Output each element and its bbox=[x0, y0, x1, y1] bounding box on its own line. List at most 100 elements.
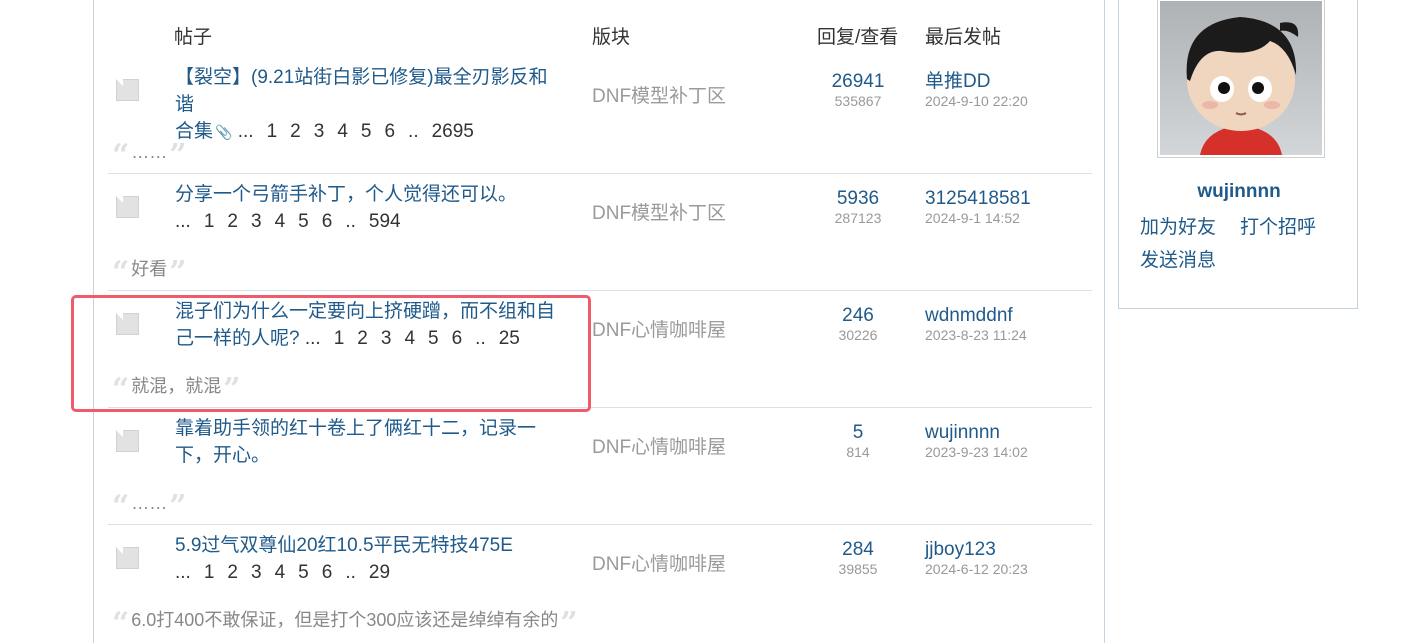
thread-stats: 26941 535867 bbox=[818, 70, 898, 109]
avatar[interactable] bbox=[1157, 0, 1325, 158]
open-quote-icon: “ bbox=[112, 489, 130, 524]
close-quote-icon: ” bbox=[169, 489, 187, 524]
last-post: 3125418581 2024-9-1 14:52 bbox=[925, 187, 1031, 226]
header-topic: 帖子 bbox=[174, 27, 213, 48]
last-post-time[interactable]: 2024-9-1 14:52 bbox=[925, 210, 1031, 226]
last-post: wdnmddnf 2023-8-23 11:24 bbox=[925, 304, 1027, 343]
thread-excerpt: “6.0打400不敢保证，但是打个300应该还是绰绰有余的” bbox=[112, 606, 578, 641]
last-post-time[interactable]: 2023-9-23 14:02 bbox=[925, 444, 1028, 460]
say-hi-link[interactable]: 打个招呼 bbox=[1240, 211, 1316, 244]
page-link[interactable]: 3 bbox=[251, 211, 262, 232]
header-last-post: 最后发帖 bbox=[925, 27, 1002, 48]
profile-username[interactable]: wujinnnn bbox=[1119, 181, 1359, 203]
page-link[interactable]: 3 bbox=[314, 121, 325, 142]
excerpt-text: …… bbox=[131, 142, 168, 162]
page-link[interactable]: 2 bbox=[290, 121, 301, 142]
page-link[interactable]: 6 bbox=[322, 211, 333, 232]
close-quote-icon: ” bbox=[169, 255, 187, 290]
page-link: .. bbox=[345, 562, 356, 583]
last-post-author[interactable]: 3125418581 bbox=[925, 187, 1031, 210]
thread-stats: 5 814 bbox=[818, 421, 898, 460]
reply-count: 5 bbox=[852, 422, 864, 443]
thread-pagination: ... 1 2 3 4 5 6.. 2695 bbox=[238, 121, 474, 142]
view-count: 39855 bbox=[838, 561, 878, 577]
thread-excerpt: “……” bbox=[112, 138, 187, 173]
last-post-author[interactable]: jjboy123 bbox=[925, 538, 1028, 561]
add-friend-link[interactable]: 加为好友 bbox=[1140, 211, 1216, 244]
page-link[interactable]: 4 bbox=[275, 211, 286, 232]
thread-row: 【裂空】(9.21站街白影已修复)最全刃影反和谐 合集 📎 ... 1 2 3 4 5 6..… bbox=[94, 60, 1092, 177]
last-post-author[interactable]: wdnmddnf bbox=[925, 304, 1027, 327]
page-link[interactable]: 2 bbox=[227, 211, 238, 232]
thread-pagination: ... 1 2 3 4 5 6.. 594 bbox=[175, 211, 401, 232]
thread-forum[interactable]: DNF模型补丁区 bbox=[592, 81, 726, 108]
thread-title[interactable]: 【裂空】(9.21站街白影已修复)最全刃影反和谐 bbox=[175, 67, 548, 115]
page-link[interactable]: 1 bbox=[204, 211, 215, 232]
reply-count: 246 bbox=[842, 305, 874, 326]
page-link[interactable]: 1 bbox=[267, 121, 278, 142]
page-link[interactable]: 2695 bbox=[432, 121, 474, 142]
header-replies-views: 回复/查看 bbox=[817, 27, 899, 48]
thread-excerpt: “……” bbox=[112, 489, 187, 524]
reply-count: 26941 bbox=[831, 71, 885, 92]
page-link[interactable]: 4 bbox=[337, 121, 348, 142]
page-link[interactable]: 6 bbox=[322, 562, 333, 583]
thread-forum[interactable]: DNF模型补丁区 bbox=[592, 198, 726, 225]
thread-list-header: 帖子 版块 回复/查看 最后发帖 bbox=[94, 22, 1094, 50]
send-message-link[interactable]: 发送消息 bbox=[1140, 244, 1216, 277]
thread-title[interactable]: 靠着助手领的红十卷上了俩红十二，记录一 bbox=[175, 418, 536, 439]
page-link[interactable]: 2 bbox=[227, 562, 238, 583]
thread-icon bbox=[116, 79, 139, 101]
open-quote-icon: “ bbox=[112, 606, 130, 641]
page-link[interactable]: 5 bbox=[298, 211, 309, 232]
close-quote-icon: ” bbox=[169, 138, 187, 173]
page-link[interactable]: 594 bbox=[369, 211, 401, 232]
thread-icon bbox=[116, 430, 139, 452]
page-link[interactable]: 1 bbox=[204, 562, 215, 583]
last-post-time[interactable]: 2024-9-10 22:20 bbox=[925, 93, 1028, 109]
thread-pagination: ... 1 2 3 4 5 6.. 29 bbox=[175, 562, 390, 583]
page-link: ... bbox=[175, 562, 191, 583]
thread-stats: 5936 287123 bbox=[818, 187, 898, 226]
last-post-author[interactable]: 单推DD bbox=[925, 70, 1028, 93]
page-link[interactable]: 29 bbox=[369, 562, 390, 583]
excerpt-text: 6.0打400不敢保证，但是打个300应该还是绰绰有余的 bbox=[131, 610, 559, 630]
last-post-time[interactable]: 2023-8-23 11:24 bbox=[925, 327, 1027, 343]
thread-forum[interactable]: DNF心情咖啡屋 bbox=[592, 432, 726, 459]
reply-count: 284 bbox=[842, 539, 874, 560]
paperclip-icon: 📎 bbox=[215, 124, 233, 140]
thread-stats: 246 30226 bbox=[818, 304, 898, 343]
thread-forum[interactable]: DNF心情咖啡屋 bbox=[592, 549, 726, 576]
excerpt-text: …… bbox=[131, 493, 168, 513]
thread-row: 靠着助手领的红十卷上了俩红十二，记录一 下，开心。 DNF心情咖啡屋 5 814… bbox=[94, 411, 1092, 528]
thread-title[interactable]: 5.9过气双尊仙20红10.5平民无特技475E bbox=[175, 535, 513, 556]
last-post: 单推DD 2024-9-10 22:20 bbox=[925, 70, 1028, 109]
user-profile-card: wujinnnn 加为好友 打个招呼 发送消息 bbox=[1118, 0, 1358, 309]
thread-excerpt: “好看” bbox=[112, 255, 187, 290]
page-link: .. bbox=[345, 211, 356, 232]
page-link[interactable]: 3 bbox=[251, 562, 262, 583]
last-post: wujinnnn 2023-9-23 14:02 bbox=[925, 421, 1028, 460]
close-quote-icon: ” bbox=[560, 606, 578, 641]
page-link: ... bbox=[175, 211, 191, 232]
excerpt-text: 好看 bbox=[131, 259, 168, 279]
open-quote-icon: “ bbox=[112, 138, 130, 173]
row-divider bbox=[108, 290, 1092, 291]
last-post-author[interactable]: wujinnnn bbox=[925, 421, 1028, 444]
page-link[interactable]: 6 bbox=[384, 121, 395, 142]
page-link[interactable]: 5 bbox=[298, 562, 309, 583]
thread-title[interactable]: 下，开心。 bbox=[175, 445, 270, 466]
open-quote-icon: “ bbox=[112, 255, 130, 290]
thread-forum[interactable]: DNF心情咖啡屋 bbox=[592, 315, 726, 342]
row-divider bbox=[108, 524, 1092, 525]
last-post-time[interactable]: 2024-6-12 20:23 bbox=[925, 561, 1028, 577]
view-count: 30226 bbox=[838, 327, 878, 343]
page-link: .. bbox=[408, 121, 419, 142]
thread-row: 分享一个弓箭手补丁，个人觉得还可以。 ... 1 2 3 4 5 6.. 594 DNF模型补… bbox=[94, 177, 1092, 294]
page-link[interactable]: 5 bbox=[361, 121, 372, 142]
page-link[interactable]: 4 bbox=[275, 562, 286, 583]
view-count: 535867 bbox=[834, 93, 882, 109]
last-post: jjboy123 2024-6-12 20:23 bbox=[925, 538, 1028, 577]
thread-icon bbox=[116, 196, 139, 218]
thread-title[interactable]: 分享一个弓箭手补丁，个人觉得还可以。 bbox=[175, 184, 517, 205]
